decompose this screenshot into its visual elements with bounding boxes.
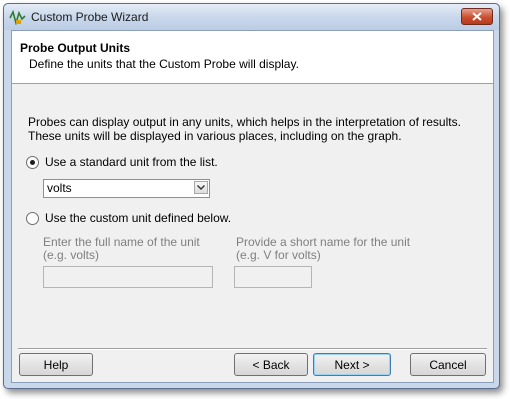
wizard-client-area: Probe Output Units Define the units that… xyxy=(11,30,494,383)
full-name-input[interactable] xyxy=(43,266,213,288)
wizard-window: Custom Probe Wizard Probe Output Units D… xyxy=(3,3,500,389)
full-name-label: Enter the full name of the unit (e.g. vo… xyxy=(43,236,200,262)
page-subtitle: Define the units that the Custom Probe w… xyxy=(29,57,299,71)
back-button[interactable]: < Back xyxy=(234,353,308,376)
footer-divider xyxy=(18,348,487,350)
standard-unit-label: Use a standard unit from the list. xyxy=(45,155,218,169)
unit-select-dropdown-button[interactable] xyxy=(194,181,208,194)
unit-select[interactable]: volts xyxy=(43,179,210,198)
description-text: Probes can display output in any units, … xyxy=(28,115,461,143)
full-name-label-line2: (e.g. volts) xyxy=(43,248,100,262)
custom-unit-radio[interactable] xyxy=(26,211,39,225)
short-name-label: Provide a short name for the unit (e.g. … xyxy=(236,236,410,262)
short-name-input[interactable] xyxy=(234,266,312,288)
standard-unit-option[interactable]: Use a standard unit from the list. xyxy=(26,155,218,169)
probe-waveform-icon xyxy=(9,10,26,25)
unit-select-value: volts xyxy=(47,181,72,195)
title-bar[interactable]: Custom Probe Wizard xyxy=(4,4,499,30)
custom-unit-option[interactable]: Use the custom unit defined below. xyxy=(26,211,231,225)
next-button[interactable]: Next > xyxy=(313,353,391,376)
radio-selected-dot xyxy=(30,159,35,165)
help-button[interactable]: Help xyxy=(19,353,93,376)
short-name-label-line2: (e.g. V for volts) xyxy=(236,248,321,262)
close-button[interactable] xyxy=(461,8,493,25)
cancel-button[interactable]: Cancel xyxy=(410,353,486,376)
standard-unit-radio[interactable] xyxy=(26,155,39,169)
window-title: Custom Probe Wizard xyxy=(31,10,149,24)
close-icon xyxy=(472,12,482,21)
wizard-header: Probe Output Units Define the units that… xyxy=(12,31,493,84)
page-title: Probe Output Units xyxy=(20,41,130,55)
custom-unit-label: Use the custom unit defined below. xyxy=(45,211,232,225)
chevron-down-icon xyxy=(197,185,205,190)
